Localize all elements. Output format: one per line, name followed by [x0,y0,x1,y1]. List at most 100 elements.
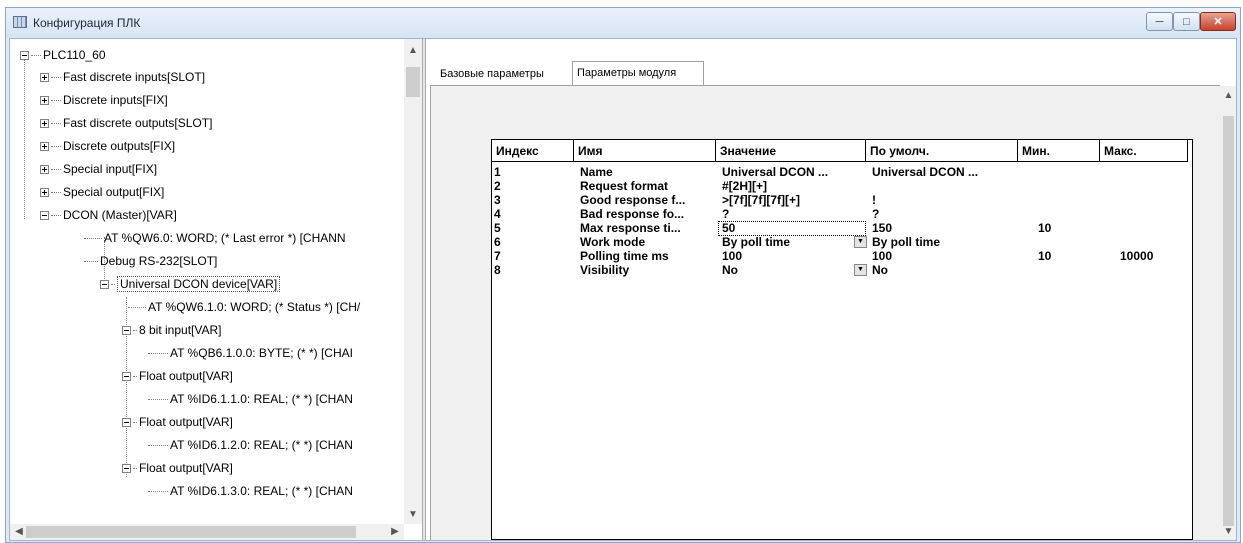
cell-value[interactable]: #[2H][+] [720,179,868,193]
tree-node[interactable]: Discrete inputs[FIX] [40,90,168,110]
tree-node[interactable]: AT %QW6.0: WORD; (* Last error *) [CHANN [84,228,346,248]
minimize-icon: ─ [1155,15,1164,28]
tree-node-label: Special output[FIX] [63,185,165,199]
tree-connector [133,376,137,378]
tree-node[interactable]: Special output[FIX] [40,182,164,202]
tree-line [24,57,25,219]
collapse-icon[interactable] [122,464,131,474]
expand-icon[interactable] [40,119,49,129]
scroll-down-icon[interactable]: ▼ [1221,526,1236,537]
scroll-thumb[interactable] [406,67,420,97]
tree-connector [148,353,168,355]
config-tree[interactable]: PLC110_60 Fast discrete inputs[SLOT] Dis… [10,39,422,540]
expand-icon[interactable] [40,142,49,152]
cell-index: 6 [494,235,501,249]
tree-node[interactable]: Float output[VAR] [122,412,233,432]
tree-node[interactable]: AT %ID6.1.3.0: REAL; (* *) [CHAN [148,481,353,501]
tree-node-label: Universal DCON device[VAR] [117,276,281,292]
tree-connector [148,399,168,401]
scroll-up-icon[interactable]: ▲ [404,45,422,56]
cell-default: ! [872,193,876,207]
expand-icon[interactable] [40,73,49,83]
close-button[interactable]: ✕ [1200,12,1236,31]
column-header-index[interactable]: Индекс [492,140,574,162]
scroll-thumb[interactable] [26,526,356,538]
scroll-right-icon[interactable]: ▶ [386,526,404,537]
minimize-button[interactable]: ─ [1146,12,1173,31]
tree-node-selected[interactable]: Universal DCON device[VAR] [100,274,281,294]
cell-value[interactable]: ? [720,207,868,221]
maximize-icon: □ [1183,15,1190,28]
dropdown-arrow-icon[interactable]: ▼ [854,236,867,248]
panel-vertical-scrollbar[interactable]: ▲ ▼ [1221,86,1236,540]
column-header-value[interactable]: Значение [716,140,866,162]
title-bar[interactable]: Конфигурация ПЛК ─ □ ✕ [6,8,1240,38]
cell-value[interactable]: 100 [720,249,868,263]
collapse-icon[interactable] [40,211,49,221]
maximize-button[interactable]: □ [1173,12,1200,31]
scroll-down-icon[interactable]: ▼ [404,509,422,520]
expand-icon[interactable] [40,188,49,198]
tree-node[interactable]: AT %ID6.1.2.0: REAL; (* *) [CHAN [148,435,353,455]
expand-icon[interactable] [40,165,49,175]
cell-value-select[interactable]: By poll time [720,235,856,249]
app-icon [13,16,27,28]
cell-default: Universal DCON ... [872,165,979,179]
tree-node-label: AT %ID6.1.3.0: REAL; (* *) [CHAN [170,484,353,498]
tree-node[interactable]: Discrete outputs[FIX] [40,136,175,156]
tree-node[interactable]: Float output[VAR] [122,366,233,386]
cell-name: Bad response fo... [580,207,685,221]
tab-base-parameters[interactable]: Базовые параметры [436,63,572,85]
column-header-max[interactable]: Макс. [1100,140,1188,162]
tree-node[interactable]: AT %ID6.1.1.0: REAL; (* *) [CHAN [148,389,353,409]
tree-node-label: 8 bit input[VAR] [139,323,222,337]
tree-connector [51,146,61,148]
column-header-min[interactable]: Мин. [1018,140,1100,162]
expand-icon[interactable] [40,96,49,106]
tree-vertical-scrollbar[interactable]: ▲ ▼ [404,39,422,524]
collapse-icon[interactable] [122,418,131,428]
cell-value[interactable]: >[7f][7f][7f][+] [720,193,868,207]
cell-max: 10000 [1120,249,1154,263]
tab-module-parameters[interactable]: Параметры модуля [572,61,704,86]
tree-node-label: DCON (Master)[VAR] [63,208,177,222]
tree-node[interactable]: Float output[VAR] [122,458,233,478]
cell-value-select[interactable]: No [720,263,856,277]
tree-node-label: AT %QW6.1.0: WORD; (* Status *) [CH/ [148,300,361,314]
tree-connector [128,307,146,309]
table-header: Индекс Имя Значение По умолч. Мин. Макс. [492,140,1192,162]
cell-index: 1 [494,165,501,179]
tree-node[interactable]: DCON (Master)[VAR] [40,205,177,225]
column-header-default[interactable]: По умолч. [866,140,1018,162]
cell-min: 10 [1038,249,1052,263]
collapse-icon[interactable] [20,51,29,61]
collapse-icon[interactable] [100,280,109,290]
cell-name: Work mode [580,235,646,249]
tree-node-label: Special input[FIX] [63,162,158,176]
dropdown-arrow-icon[interactable]: ▼ [854,264,867,276]
tree-connector [148,491,168,493]
cell-min: 10 [1038,221,1052,235]
parameters-pane: Базовые параметры Параметры модуля Индек… [426,39,1236,540]
collapse-icon[interactable] [122,372,131,382]
tree-horizontal-scrollbar[interactable]: ◀ ▶ [10,524,404,540]
scroll-up-icon[interactable]: ▲ [1221,90,1236,101]
tree-node[interactable]: AT %QB6.1.0.0: BYTE; (* *) [CHAI [148,343,353,363]
tree-node[interactable]: Fast discrete outputs[SLOT] [40,113,212,133]
tree-node-label: Fast discrete outputs[SLOT] [63,116,213,130]
tree-connector [84,238,102,240]
cell-value[interactable]: 50 [720,221,866,235]
tree-node[interactable]: Fast discrete inputs[SLOT] [40,67,205,87]
tree-node[interactable]: Special input[FIX] [40,159,157,179]
tree-node[interactable]: AT %QW6.1.0: WORD; (* Status *) [CH/ [128,297,360,317]
tree-node-root[interactable]: PLC110_60 [20,45,106,65]
scroll-thumb[interactable] [1223,116,1234,526]
tree-node[interactable]: Debug RS-232[SLOT] [84,251,217,271]
cell-value[interactable]: Universal DCON ... [720,165,868,179]
tree-node[interactable]: 8 bit input[VAR] [122,320,222,340]
tree-node-label: Fast discrete inputs[SLOT] [63,70,206,84]
collapse-icon[interactable] [122,326,131,336]
column-header-name[interactable]: Имя [574,140,716,162]
tree-node-label: Discrete inputs[FIX] [63,93,168,107]
cell-name: Name [580,165,613,179]
